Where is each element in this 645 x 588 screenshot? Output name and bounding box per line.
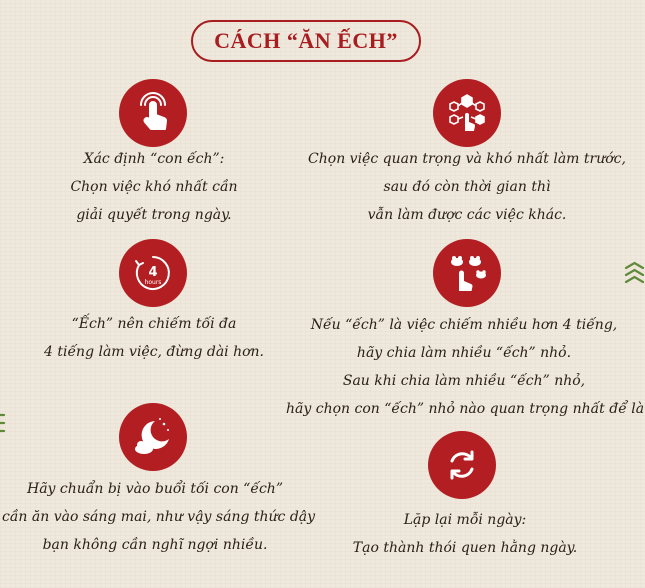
item-1-text: Xác định “con ếch”: Chọn việc khó nhất c… — [70, 151, 238, 223]
item-5-text: Hãy chuẩn bị vào buổi tối con “ếch” cần … — [2, 481, 316, 553]
repeat-arrows-icon — [428, 431, 496, 499]
item-4-text: Nếu “ếch” là việc chiếm nhiều hơn 4 tiến… — [286, 317, 645, 417]
page-title: CÁCH “ĂN ẾCH” — [214, 28, 398, 53]
frogs-hand-icon — [433, 239, 501, 307]
item-6-text: Lặp lại mỗi ngày: Tạo thành thói quen hằ… — [352, 512, 578, 556]
item-2-text: Chọn việc quan trọng và khó nhất làm trư… — [308, 151, 626, 223]
clock-4-hours-icon: 4 hours — [119, 239, 187, 307]
chevrons-up-icon — [624, 260, 645, 290]
svg-text:hours: hours — [145, 279, 162, 286]
moon-night-icon — [119, 403, 187, 471]
network-hand-icon — [433, 79, 501, 147]
title-pill: CÁCH “ĂN ẾCH” — [191, 20, 421, 62]
side-dashes-icon — [0, 410, 6, 440]
svg-text:4: 4 — [148, 265, 157, 280]
tap-hand-icon — [119, 79, 187, 147]
item-3-text: “Ếch” nên chiếm tối đa 4 tiếng làm việc,… — [43, 316, 265, 360]
